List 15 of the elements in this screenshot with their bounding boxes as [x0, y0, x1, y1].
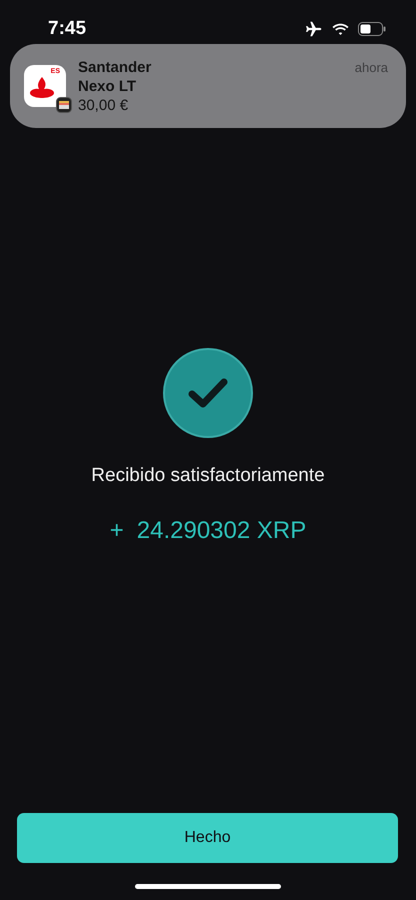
notification-subtitle: Nexo LT: [78, 77, 138, 96]
airplane-icon: [305, 21, 323, 37]
battery-icon: [358, 22, 386, 36]
wifi-icon: [332, 22, 349, 36]
notification-body: 30,00 €: [78, 96, 130, 115]
status-time: 7:45: [48, 16, 86, 41]
notification-time: ahora: [354, 59, 388, 77]
flame-icon: [29, 75, 55, 99]
done-button[interactable]: Hecho: [17, 813, 398, 863]
amount-sign: +: [110, 516, 124, 546]
received-amount: 24.290302 XRP: [136, 516, 306, 546]
notification-title: Santander: [78, 58, 152, 77]
wallet-icon: [56, 97, 72, 113]
checkmark-icon: [163, 348, 253, 438]
success-message: Recibido satisfactoriamente: [91, 464, 325, 488]
